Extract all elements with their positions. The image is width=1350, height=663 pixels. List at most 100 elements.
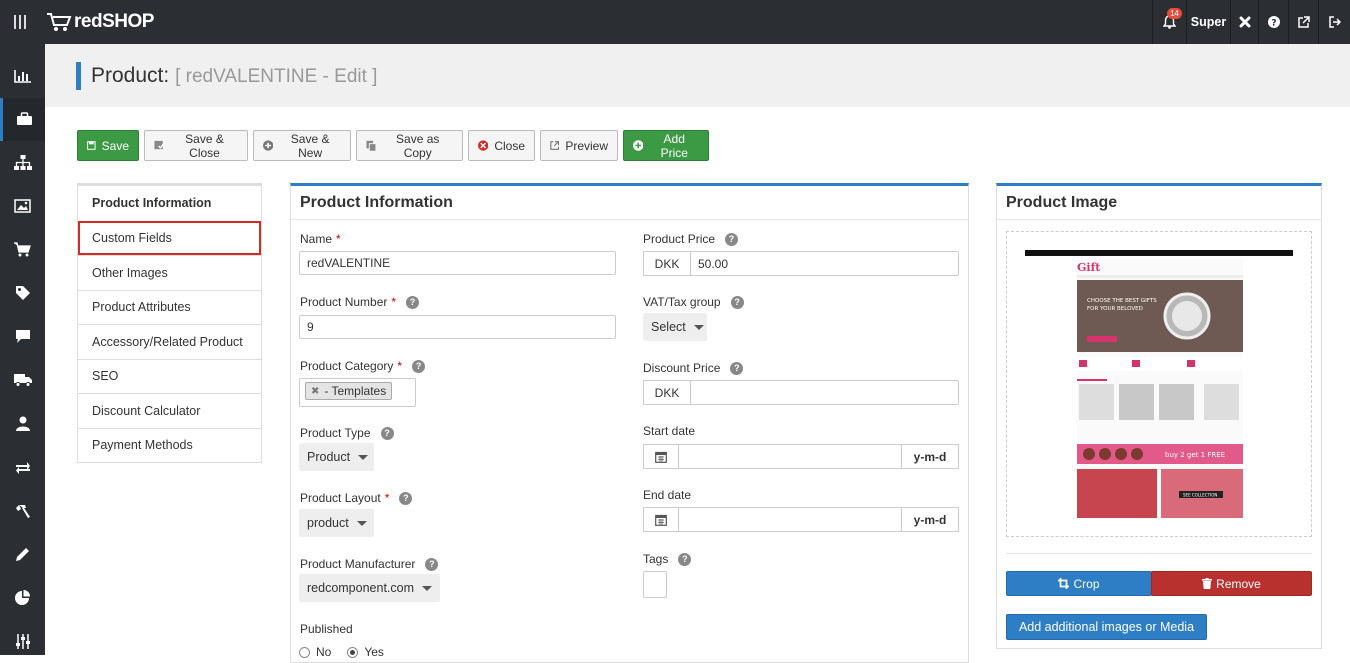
tag-icon [15,285,31,301]
save-new-label: Save & New [279,132,341,160]
help-icon[interactable]: ? [731,296,744,309]
published-yes-radio[interactable] [347,647,358,658]
trash-icon [1202,578,1212,589]
sidebar-item-categories[interactable] [0,141,45,185]
save-close-button[interactable]: Save & Close [144,130,248,161]
close-button[interactable]: Close [468,130,535,161]
published-label: Published [300,622,353,636]
help-icon[interactable]: ? [425,558,438,571]
tab-product-attributes[interactable]: Product Attributes [78,290,261,325]
help-icon[interactable]: ? [678,553,691,566]
sidebar-item-products[interactable] [0,98,45,142]
preview-hero-text-1: CHOOSE THE BEST GIFTS [1087,298,1157,304]
sidebar-item-import-export[interactable] [0,446,45,490]
joomla-button[interactable] [1230,0,1258,44]
name-input[interactable]: redVALENTINE [299,251,616,275]
start-date-input[interactable] [678,444,902,469]
help-icon[interactable]: ? [399,492,412,505]
discount-price-input[interactable] [690,380,959,405]
external-link-icon [1298,16,1310,28]
sidebar-item-customization[interactable] [0,533,45,577]
crop-button[interactable]: Crop [1006,571,1152,596]
page-title-main: Product: [91,64,169,87]
page-title-sub: [ redVALENTINE - Edit ] [175,66,377,87]
product-manufacturer-label: Product Manufacturer? [300,557,438,571]
start-date-format: y-m-d [901,444,959,469]
save-new-button[interactable]: Save & New [253,130,351,161]
logout-icon [1329,16,1341,28]
help-icon[interactable]: ? [381,427,394,440]
user-menu[interactable]: Super [1186,0,1230,44]
help-button[interactable]: ? [1258,0,1288,44]
add-price-button[interactable]: Add Price [623,130,709,161]
copy-icon [366,140,376,152]
sidebar-item-orders[interactable] [0,228,45,272]
end-date-input[interactable] [678,507,902,532]
product-price-input[interactable]: 50.00 [690,251,959,276]
product-number-label: Product Number*? [300,295,419,309]
image-dropzone[interactable]: Gift CHOOSE THE BEST GIFTS FOR YOUR BELO… [1006,231,1312,537]
tab-payment-methods[interactable]: Payment Methods [78,428,261,463]
sliders-icon [15,634,31,649]
published-yes-label: Yes [364,645,384,659]
help-icon[interactable]: ? [730,362,743,375]
add-media-button[interactable]: Add additional images or Media [1006,614,1207,640]
help-icon[interactable]: ? [725,233,738,246]
published-no-radio[interactable] [299,647,310,658]
vat-tax-select[interactable]: Select [643,313,707,341]
logout-button[interactable] [1318,0,1350,44]
sidebar-item-reports[interactable] [0,576,45,620]
sidebar-item-statistics[interactable] [0,54,45,98]
notifications-button[interactable]: 14 [1152,0,1186,44]
tab-discount-calculator[interactable]: Discount Calculator [78,393,261,428]
sidebar-item-users[interactable] [0,402,45,446]
end-date-calendar-button[interactable] [643,507,679,532]
save-button[interactable]: Save [77,130,139,161]
required-mark: * [391,295,396,309]
sidebar-item-tools[interactable] [0,489,45,533]
help-icon[interactable]: ? [412,360,425,373]
remove-chip-icon[interactable]: ✖ [311,386,319,397]
start-date-calendar-button[interactable] [643,444,679,469]
product-type-value: Product [307,450,350,464]
external-preview-icon [550,140,559,151]
product-layout-select[interactable]: product [299,509,374,537]
end-date-label: End date [643,488,691,502]
tab-accessory-related[interactable]: Accessory/Related Product [78,324,261,359]
sitemap-icon [14,155,32,170]
sidebar-item-communication[interactable] [0,315,45,359]
sidebar-item-configuration[interactable] [0,620,45,663]
calendar-icon [655,514,667,526]
vat-tax-value: Select [651,320,686,334]
sidebar-item-shipping[interactable] [0,359,45,403]
discount-currency-addon: DKK [643,380,691,405]
icon-sidebar [0,44,45,655]
help-icon[interactable]: ? [406,296,419,309]
preview-label: Preview [565,139,608,153]
external-site-button[interactable] [1288,0,1318,44]
tab-seo[interactable]: SEO [78,359,261,394]
sidebar-item-media[interactable] [0,185,45,229]
product-manufacturer-select[interactable]: redcomponent.com [299,574,440,602]
tags-input[interactable] [643,571,667,598]
menu-toggle-icon[interactable] [0,0,40,44]
product-number-input[interactable]: 9 [299,315,616,339]
sidebar-item-discounts[interactable] [0,272,45,316]
tab-other-images[interactable]: Other Images [78,255,261,290]
save-copy-label: Save as Copy [382,132,453,160]
tab-custom-fields[interactable]: Custom Fields [78,221,261,256]
tab-product-information[interactable]: Product Information [78,186,261,221]
preview-button[interactable]: Preview [540,130,618,161]
crop-icon [1058,578,1069,589]
save-copy-button[interactable]: Save as Copy [356,130,463,161]
preview-hero-text-2: FOR YOUR BELOVED [1087,306,1143,312]
published-no-label: No [316,645,331,659]
remove-button[interactable]: Remove [1151,571,1312,596]
logo[interactable]: redSHOP [46,8,154,36]
product-price-label: Product Price? [643,232,738,246]
close-label: Close [494,139,525,153]
panel-title: Product Information [291,186,968,220]
required-mark: * [385,491,390,505]
product-type-select[interactable]: Product [299,443,374,471]
chevron-down-icon [358,455,368,460]
